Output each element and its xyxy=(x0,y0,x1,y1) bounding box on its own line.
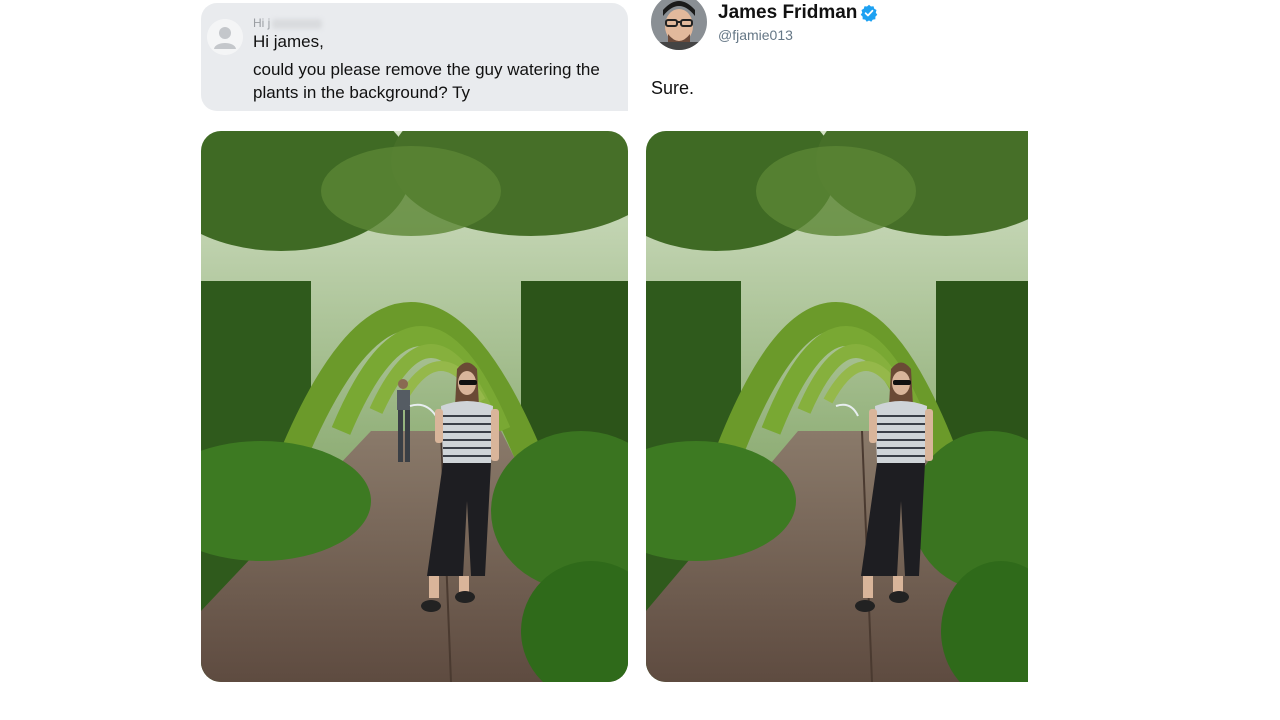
edited-photo[interactable] xyxy=(646,131,1028,682)
request-greeting: Hi james, xyxy=(253,32,324,51)
reply-author-name[interactable]: James Fridman xyxy=(718,2,857,24)
reply-text: Sure. xyxy=(651,78,695,98)
james-avatar[interactable] xyxy=(651,0,707,50)
original-photo[interactable] xyxy=(201,131,628,682)
verified-badge-icon xyxy=(860,4,878,22)
redacted-name-blur xyxy=(272,18,323,29)
default-avatar-icon xyxy=(207,19,243,55)
request-text: could you please remove the guy watering… xyxy=(253,60,600,102)
request-message-bubble: Hi j Hi james, could you please remove t… xyxy=(201,3,628,111)
sender-name: Hi j xyxy=(253,16,323,30)
reply-author-handle[interactable]: @fjamie013 xyxy=(718,27,793,43)
